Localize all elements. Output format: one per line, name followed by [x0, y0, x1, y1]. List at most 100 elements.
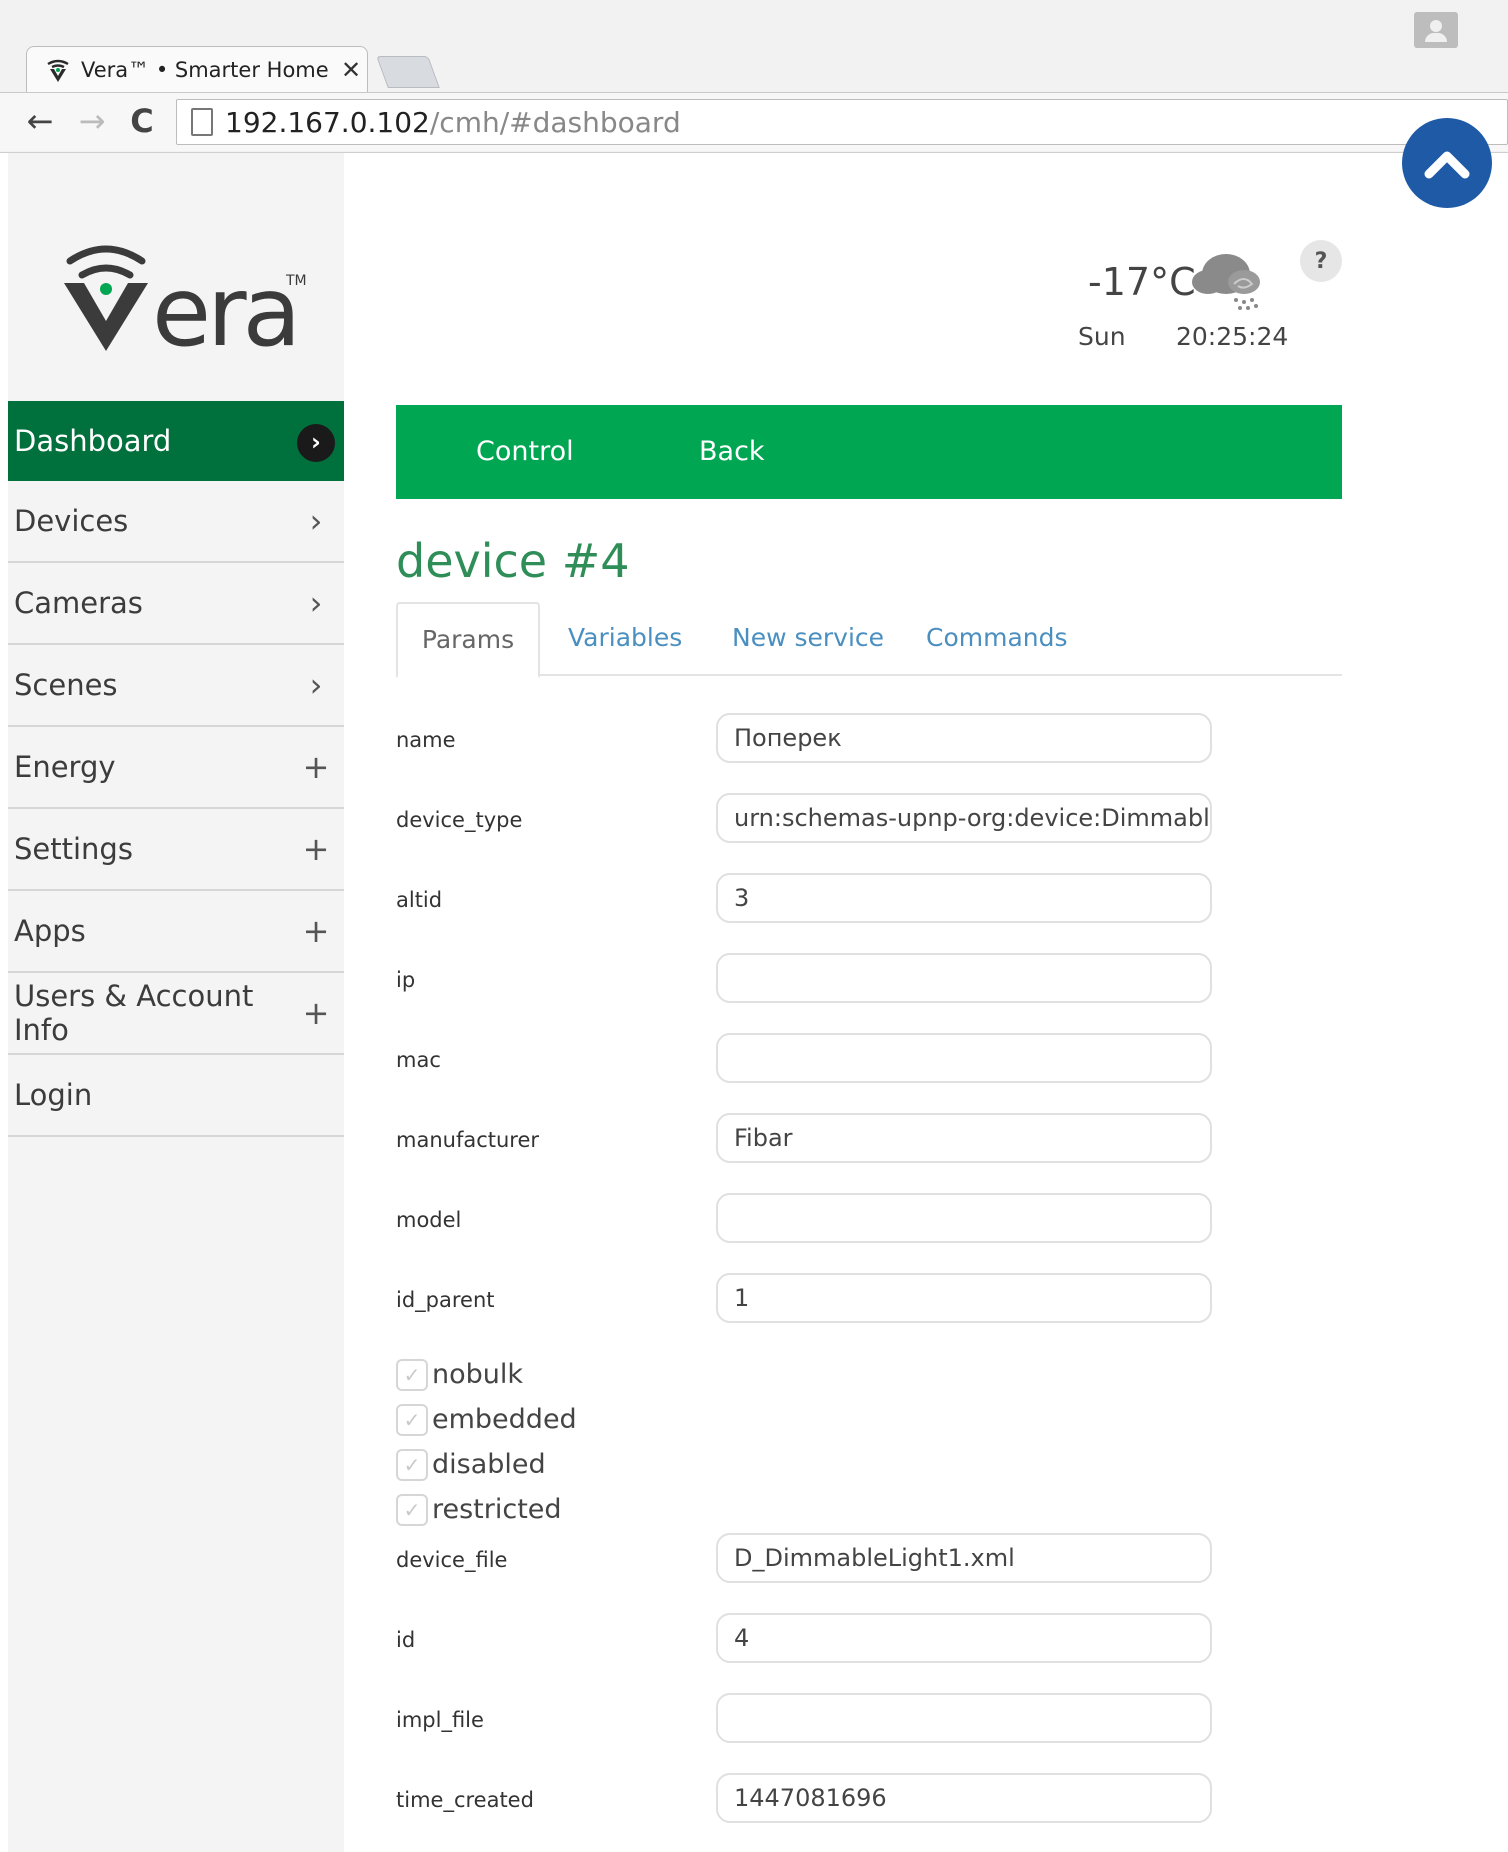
browser-toolbar: ← → C 192.167.0.102 /cmh/#dashboard: [0, 92, 1508, 151]
model-field[interactable]: [716, 1193, 1212, 1243]
page-title: device #4: [396, 534, 630, 588]
field-label: manufacturer: [396, 1128, 540, 1152]
url-path: /cmh/#dashboard: [429, 105, 681, 139]
checkbox-embedded[interactable]: ✓ embedded: [396, 1397, 577, 1442]
param-row-ip: ip: [396, 953, 1216, 1007]
param-row-mac: mac: [396, 1033, 1216, 1087]
chevron-right-icon[interactable]: ›: [288, 420, 344, 462]
checkmark-icon[interactable]: ✓: [396, 1358, 428, 1391]
chevron-up-icon: [1424, 151, 1470, 179]
sidebar-item-users-account-info[interactable]: Users & Account Info +: [8, 973, 344, 1055]
field-label: mac: [396, 1048, 441, 1072]
sidebar-item-dashboard[interactable]: Dashboard ›: [8, 401, 344, 481]
id-field[interactable]: 4: [716, 1613, 1212, 1663]
vera-logo: era TM: [64, 245, 306, 353]
sidebar-item-label: Energy: [14, 750, 116, 784]
param-row-id-parent: id_parent 1: [396, 1273, 1216, 1327]
chevron-right-icon[interactable]: ›: [288, 502, 344, 540]
new-tab-button[interactable]: [376, 56, 440, 88]
weather-day: Sun: [1078, 322, 1126, 351]
sidebar-item-label: Settings: [14, 832, 133, 866]
scroll-to-top-button[interactable]: [1402, 118, 1492, 208]
sidebar-nav: Dashboard › Devices › Cameras › Scenes ›…: [8, 401, 344, 1137]
tab-variables[interactable]: Variables: [568, 602, 682, 674]
sidebar-item-label: Devices: [14, 504, 129, 538]
tab-close-icon[interactable]: ✕: [335, 56, 367, 84]
checkbox-label: restricted: [432, 1494, 562, 1525]
field-label: id: [396, 1628, 416, 1652]
tab-strip: Vera™ • Smarter Home C ✕: [0, 0, 1508, 93]
param-row-time-created: time_created 1447081696: [396, 1773, 1216, 1827]
param-row-impl-file: impl_file: [396, 1693, 1216, 1747]
plus-icon[interactable]: +: [288, 830, 344, 868]
name-field[interactable]: Поперек: [716, 713, 1212, 763]
field-label: impl_file: [396, 1708, 484, 1732]
svg-text:era: era: [152, 256, 297, 353]
help-button[interactable]: ?: [1300, 240, 1342, 282]
sidebar-item-label: Login: [14, 1078, 93, 1112]
param-row-device-type: device_type urn:schemas-upnp-org:device:…: [396, 793, 1216, 847]
browser-tab[interactable]: Vera™ • Smarter Home C ✕: [26, 46, 368, 93]
sidebar-item-energy[interactable]: Energy +: [8, 727, 344, 809]
field-label: device_type: [396, 808, 523, 832]
param-row-altid: altid 3: [396, 873, 1216, 927]
sidebar-item-settings[interactable]: Settings +: [8, 809, 344, 891]
tab-commands[interactable]: Commands: [926, 602, 1068, 674]
address-bar[interactable]: 192.167.0.102 /cmh/#dashboard: [176, 99, 1508, 145]
sidebar-item-label: Apps: [14, 914, 86, 948]
checkbox-restricted[interactable]: ✓ restricted: [396, 1487, 577, 1532]
sidebar-item-login[interactable]: Login: [8, 1055, 344, 1137]
chevron-right-icon[interactable]: ›: [288, 584, 344, 622]
checkbox-label: nobulk: [432, 1359, 524, 1390]
sidebar-item-label: Cameras: [14, 586, 143, 620]
browser-chrome: Vera™ • Smarter Home C ✕ ← → C 192.167.0…: [0, 0, 1508, 153]
control-button[interactable]: Control: [476, 405, 574, 499]
plus-icon[interactable]: +: [288, 912, 344, 950]
sidebar-item-apps[interactable]: Apps +: [8, 891, 344, 973]
profile-icon[interactable]: [1414, 12, 1458, 48]
action-bar: Control Back: [396, 405, 1342, 499]
id-parent-field[interactable]: 1: [716, 1273, 1212, 1323]
back-arrow-icon[interactable]: ←: [20, 101, 60, 141]
tab-new-service[interactable]: New service: [732, 602, 884, 674]
field-label: id_parent: [396, 1288, 495, 1312]
checkmark-icon[interactable]: ✓: [396, 1448, 428, 1481]
back-button[interactable]: Back: [699, 405, 765, 499]
sidebar-item-label: Dashboard: [14, 424, 172, 458]
param-row-name: name Поперек: [396, 713, 1216, 767]
checkbox-label: embedded: [432, 1404, 577, 1435]
sidebar: era TM Dashboard › Devices › Cameras › S…: [8, 153, 344, 1852]
field-label: device_file: [396, 1548, 508, 1572]
ip-field[interactable]: [716, 953, 1212, 1003]
reload-icon[interactable]: C: [122, 101, 162, 141]
time-created-field[interactable]: 1447081696: [716, 1773, 1212, 1823]
param-row-model: model: [396, 1193, 1216, 1247]
device-file-field[interactable]: D_DimmableLight1.xml: [716, 1533, 1212, 1583]
tab-params[interactable]: Params: [396, 602, 540, 678]
field-label: ip: [396, 968, 416, 992]
altid-field[interactable]: 3: [716, 873, 1212, 923]
sidebar-item-label: Users & Account Info: [14, 979, 254, 1047]
field-label: model: [396, 1208, 462, 1232]
plus-icon[interactable]: +: [288, 994, 344, 1032]
checkbox-nobulk[interactable]: ✓ nobulk: [396, 1352, 577, 1397]
svg-text:TM: TM: [285, 273, 306, 289]
param-row-manufacturer: manufacturer Fibar: [396, 1113, 1216, 1167]
checkmark-icon[interactable]: ✓: [396, 1493, 428, 1526]
impl-file-field[interactable]: [716, 1693, 1212, 1743]
manufacturer-field[interactable]: Fibar: [716, 1113, 1212, 1163]
device-tabs: Params Variables New service Commands: [396, 602, 1342, 678]
forward-arrow-icon[interactable]: →: [72, 101, 112, 141]
checkmark-icon[interactable]: ✓: [396, 1403, 428, 1436]
sidebar-item-devices[interactable]: Devices ›: [8, 481, 344, 563]
weather-time: 20:25:24: [1176, 322, 1289, 351]
sidebar-item-scenes[interactable]: Scenes ›: [8, 645, 344, 727]
mac-field[interactable]: [716, 1033, 1212, 1083]
chevron-right-icon[interactable]: ›: [288, 666, 344, 704]
plus-icon[interactable]: +: [288, 748, 344, 786]
param-row-id: id 4: [396, 1613, 1216, 1667]
sidebar-item-cameras[interactable]: Cameras ›: [8, 563, 344, 645]
field-label: time_created: [396, 1788, 534, 1812]
device-type-field[interactable]: urn:schemas-upnp-org:device:DimmableLig: [716, 793, 1212, 843]
checkbox-disabled[interactable]: ✓ disabled: [396, 1442, 577, 1487]
